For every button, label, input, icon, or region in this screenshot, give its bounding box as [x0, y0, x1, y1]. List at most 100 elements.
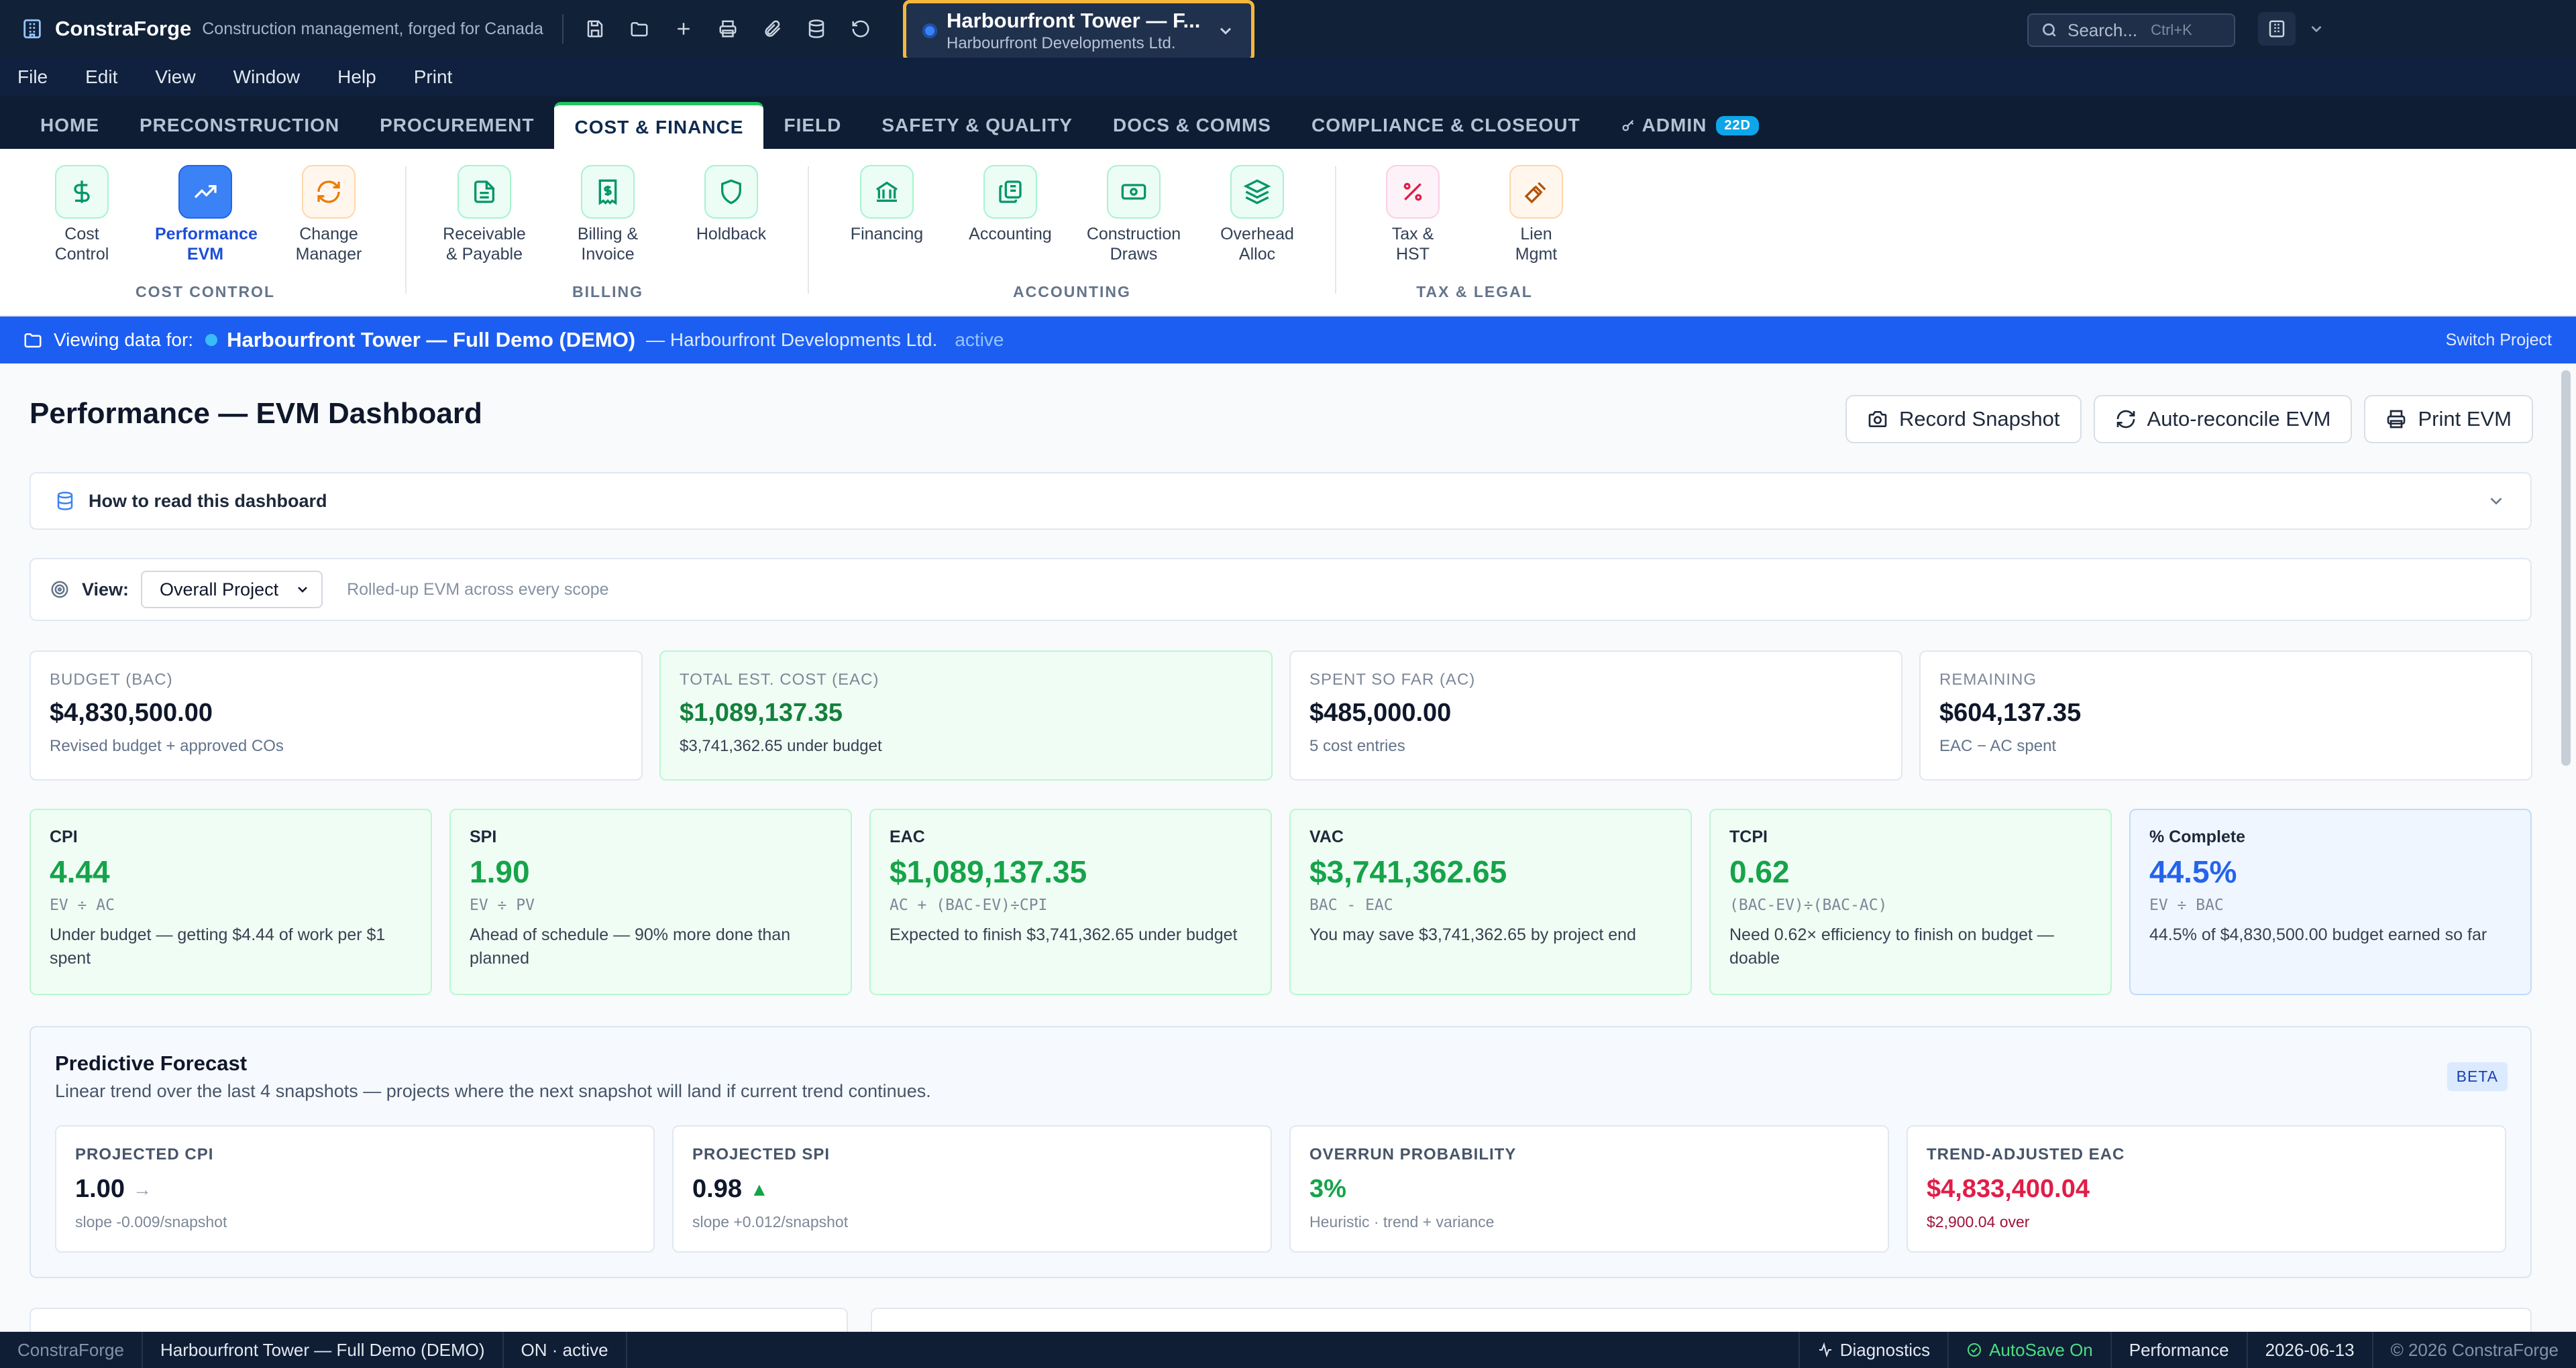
menu-print[interactable]: Print — [414, 66, 453, 88]
menu-help[interactable]: Help — [337, 66, 376, 88]
ribbon-performance-evm[interactable]: Performance EVM — [152, 165, 259, 264]
database-icon[interactable] — [804, 16, 829, 42]
tab-field[interactable]: FIELD — [763, 102, 861, 149]
switch-project-link[interactable]: Switch Project — [2446, 331, 2552, 350]
beta-badge: BETA — [2447, 1062, 2508, 1091]
forecast-value: $4,833,400.04 — [1927, 1175, 2090, 1203]
tab-safety-quality[interactable]: SAFETY & QUALITY — [861, 102, 1093, 149]
tab-docs-comms[interactable]: DOCS & COMMS — [1093, 102, 1291, 149]
ribbon-group-cost-control: COST CONTROL — [136, 283, 275, 300]
quick-toolbar — [582, 16, 873, 42]
panel-partial — [871, 1308, 2532, 1332]
percent-icon — [1386, 165, 1440, 219]
scrollbar[interactable] — [2561, 370, 2571, 766]
tab-procurement[interactable]: PROCUREMENT — [360, 102, 554, 149]
menu-view[interactable]: View — [155, 66, 195, 88]
tab-label: DOCS & COMMS — [1112, 115, 1271, 135]
print-icon[interactable] — [715, 16, 741, 42]
print-evm-button[interactable]: Print EVM — [2364, 395, 2533, 443]
metric-card-percent-complete: % Complete 44.5% EV ÷ BAC 44.5% of $4,83… — [2129, 809, 2532, 995]
search-input[interactable]: Search... Ctrl+K — [2027, 13, 2235, 47]
chevron-down-icon — [1216, 21, 1235, 40]
tab-preconstruction[interactable]: PRECONSTRUCTION — [119, 102, 360, 149]
ribbon-divider — [405, 166, 407, 294]
auto-reconcile-button[interactable]: Auto-reconcile EVM — [2093, 395, 2353, 443]
tab-cost-finance[interactable]: COST & FINANCE — [554, 102, 764, 149]
summary-label: REMAINING — [1939, 671, 2037, 689]
panel-partial — [30, 1308, 848, 1332]
metric-card-vac: VAC $3,741,362.65 BAC - EAC You may save… — [1289, 809, 1692, 995]
view-select-value: Overall Project — [160, 579, 279, 600]
undo-icon[interactable] — [848, 16, 873, 42]
brand[interactable]: ConstraForge Construction management, fo… — [19, 15, 543, 42]
banknote-icon — [1107, 165, 1161, 219]
company-switch-button[interactable] — [2258, 12, 2296, 46]
ribbon-financing[interactable]: Financing — [833, 165, 941, 244]
project-selector[interactable]: Harbourfront Tower — F... Harbourfront D… — [903, 0, 1254, 62]
print-icon — [2385, 408, 2407, 430]
tab-home[interactable]: HOME — [20, 102, 119, 149]
summary-value: $4,830,500.00 — [50, 699, 213, 727]
autosave-status[interactable]: AutoSave On — [1947, 1332, 2110, 1368]
chevron-down-icon[interactable] — [2308, 20, 2325, 38]
menu-window[interactable]: Window — [233, 66, 301, 88]
trend-flat-icon: → — [132, 1178, 152, 1200]
ribbon-group-tax-legal: TAX & LEGAL — [1416, 283, 1533, 300]
forecast-title: Predictive Forecast — [55, 1051, 248, 1075]
forecast-value: 1.00 — [75, 1175, 125, 1203]
ribbon-accounting[interactable]: Accounting — [957, 165, 1064, 244]
search-placeholder: Search... — [2068, 19, 2138, 40]
view-select[interactable]: Overall Project — [141, 571, 323, 608]
page-title: Performance — EVM Dashboard — [30, 397, 482, 430]
project-context-banner: Viewing data for: Harbourfront Tower — F… — [0, 317, 2576, 363]
save-icon[interactable] — [582, 16, 608, 42]
main-content: Performance — EVM Dashboard Record Snaps… — [0, 363, 2576, 1332]
metric-formula: (BAC-EV)÷(BAC-AC) — [1729, 897, 1888, 914]
forecast-label: PROJECTED SPI — [692, 1145, 830, 1163]
attach-icon[interactable] — [759, 16, 785, 42]
ribbon-holdback[interactable]: Holdback — [678, 165, 785, 244]
diagnostics-button[interactable]: Diagnostics — [1798, 1332, 1947, 1368]
trending-up-icon — [178, 165, 232, 219]
search-shortcut: Ctrl+K — [2151, 21, 2192, 38]
ribbon-billing-invoice[interactable]: Billing & Invoice — [554, 165, 661, 264]
tab-label: FIELD — [784, 115, 842, 135]
refresh-icon — [2115, 408, 2137, 430]
open-folder-icon[interactable] — [627, 16, 652, 42]
summary-card-remaining: REMAINING $604,137.35 EAC − AC spent — [1919, 650, 2532, 781]
tab-admin[interactable]: ADMIN 22D — [1601, 102, 1779, 149]
ribbon-tax-hst[interactable]: Tax & HST — [1359, 165, 1466, 264]
menu-file[interactable]: File — [17, 66, 48, 88]
document-icon — [458, 165, 511, 219]
ribbon-label: Overhead Alloc — [1220, 225, 1294, 264]
database-icon — [55, 491, 75, 511]
metric-value: $3,741,362.65 — [1309, 854, 1507, 889]
refresh-icon — [302, 165, 356, 219]
ribbon-construction-draws[interactable]: Construction Draws — [1080, 165, 1187, 264]
ribbon-label: Tax & HST — [1391, 225, 1434, 264]
metric-label: % Complete — [2149, 828, 2246, 846]
page-actions: Record Snapshot Auto-reconcile EVM Print… — [1845, 395, 2533, 443]
status-module: Performance — [2110, 1332, 2247, 1368]
status-project: Harbourfront Tower — Full Demo (DEMO) — [143, 1332, 504, 1368]
tab-label: PRECONSTRUCTION — [140, 115, 340, 135]
record-snapshot-button[interactable]: Record Snapshot — [1845, 395, 2082, 443]
forecast-subtitle: Linear trend over the last 4 snapshots —… — [55, 1081, 931, 1101]
app-tagline: Construction management, forged for Cana… — [202, 19, 543, 38]
ribbon-change-manager[interactable]: Change Manager — [275, 165, 382, 264]
ribbon-overhead-alloc[interactable]: Overhead Alloc — [1203, 165, 1311, 264]
new-icon[interactable] — [671, 16, 696, 42]
view-hint: Rolled-up EVM across every scope — [347, 579, 609, 599]
ribbon-receivable-payable[interactable]: Receivable & Payable — [431, 165, 538, 264]
forecast-card-trend-adjusted-eac: TREND-ADJUSTED EAC $4,833,400.04 $2,900.… — [1907, 1125, 2506, 1253]
menu-edit[interactable]: Edit — [85, 66, 117, 88]
ribbon-cost-control[interactable]: Cost Control — [28, 165, 136, 264]
menu-bar: File Edit View Window Help Print — [0, 58, 2576, 97]
bank-icon — [860, 165, 914, 219]
ribbon-lien-mgmt[interactable]: Lien Mgmt — [1483, 165, 1590, 264]
dollar-icon — [55, 165, 109, 219]
forecast-label: PROJECTED CPI — [75, 1145, 214, 1163]
how-to-read-accordion[interactable]: How to read this dashboard — [30, 472, 2532, 530]
metric-value: 4.44 — [50, 854, 110, 889]
tab-compliance-closeout[interactable]: COMPLIANCE & CLOSEOUT — [1291, 102, 1601, 149]
